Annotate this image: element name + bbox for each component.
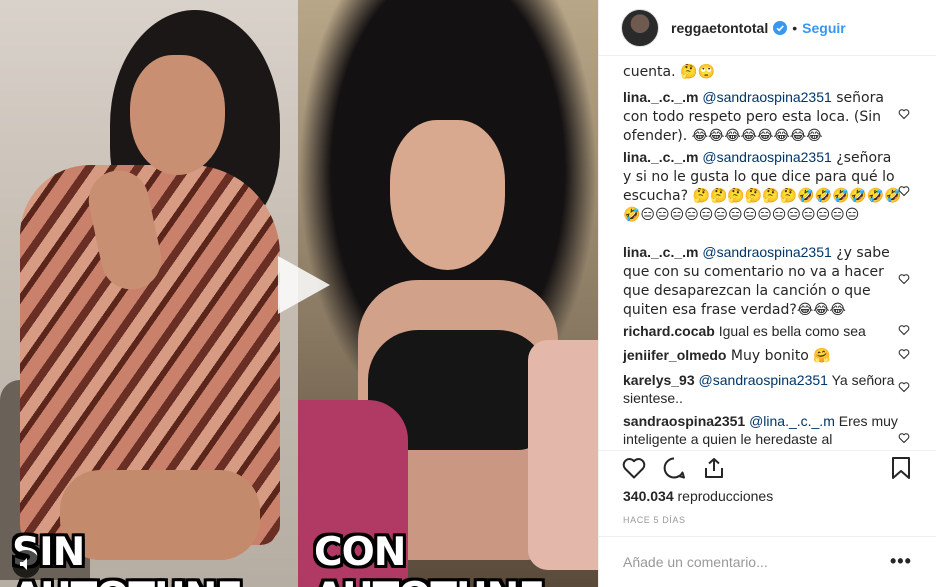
heart-icon[interactable] <box>621 455 647 481</box>
header-username[interactable]: reggaetontotal <box>671 20 768 36</box>
comment-like-icon[interactable] <box>898 381 910 393</box>
comment-username[interactable]: lina._.c._.m <box>623 89 698 105</box>
comment-input[interactable] <box>623 550 873 574</box>
bookmark-icon[interactable] <box>888 455 914 481</box>
comment-mention[interactable]: @sandraospina2351 <box>702 89 831 105</box>
video-player[interactable]: SIN AUTOTUNE CON AUTOTUNE <box>0 0 598 587</box>
post-header: reggaetontotal • Seguir <box>599 0 936 56</box>
comment-item: sandraospina2351 @lina._.c._.m Eres muy … <box>623 412 903 448</box>
video-panel-left <box>0 0 298 587</box>
comment-icon[interactable] <box>661 455 687 481</box>
comment-like-icon[interactable] <box>898 185 910 197</box>
face-shape <box>390 120 505 270</box>
comment-text: cuenta. 🤔🙄 <box>623 64 715 80</box>
add-comment-bar: ••• <box>599 536 936 587</box>
post-timestamp[interactable]: HACE 5 DÍAS <box>623 515 686 525</box>
comment-mention[interactable]: @sandraospina2351 <box>699 372 828 388</box>
share-icon[interactable] <box>701 455 727 481</box>
comment-item: cuenta. 🤔🙄 <box>623 62 903 81</box>
speaker-icon[interactable] <box>12 550 40 578</box>
post-sidebar: reggaetontotal • Seguir cuenta. 🤔🙄 lina.… <box>598 0 936 587</box>
comment-username[interactable]: karelys_93 <box>623 372 695 388</box>
video-panel-right <box>298 0 598 587</box>
comment-item: richard.cocab Igual es bella como sea <box>623 322 903 340</box>
comment-item: jeniifer_olmedo Muy bonito 🤗 <box>623 346 903 365</box>
comment-like-icon[interactable] <box>898 432 910 444</box>
verified-badge-icon <box>773 20 788 35</box>
comment-like-icon[interactable] <box>898 108 910 120</box>
face-shape <box>130 55 225 175</box>
comment-like-icon[interactable] <box>898 324 910 336</box>
comment-username[interactable]: jeniifer_olmedo <box>623 347 726 363</box>
comment-username[interactable]: lina._.c._.m <box>623 244 698 260</box>
views-label: reproducciones <box>673 488 774 504</box>
action-bar: 340.034 reproducciones HACE 5 DÍAS <box>599 450 936 540</box>
comment-mention[interactable]: @sandraospina2351 <box>702 149 831 165</box>
views-count: 340.034 reproducciones <box>623 488 773 504</box>
comment-item: lina._.c._.m @sandraospina2351 señora co… <box>623 88 903 145</box>
comment-username[interactable]: richard.cocab <box>623 323 715 339</box>
play-icon[interactable] <box>268 252 334 318</box>
caption-right: CON AUTOTUNE <box>314 530 545 587</box>
avatar[interactable] <box>621 8 659 47</box>
caption-left: SIN AUTOTUNE <box>12 530 243 587</box>
comment-mention[interactable]: @sandraospina2351 <box>702 244 831 260</box>
comment-like-icon[interactable] <box>898 348 910 360</box>
comment-username[interactable]: lina._.c._.m <box>623 149 698 165</box>
comment-mention[interactable]: @lina._.c._.m <box>749 413 835 429</box>
comment-item: lina._.c._.m @sandraospina2351 ¿señora y… <box>623 148 903 224</box>
comment-item: lina._.c._.m @sandraospina2351 ¿y sabe q… <box>623 243 903 319</box>
comment-username[interactable]: sandraospina2351 <box>623 413 745 429</box>
comment-item: karelys_93 @sandraospina2351 Ya señora s… <box>623 371 903 407</box>
comment-like-icon[interactable] <box>898 273 910 285</box>
comment-text: Muy bonito 🤗 <box>726 348 831 364</box>
views-number: 340.034 <box>623 488 674 504</box>
header-separator: • <box>792 19 798 36</box>
follow-button[interactable]: Seguir <box>802 20 846 36</box>
more-options-button[interactable]: ••• <box>890 551 912 572</box>
comment-text: Igual es bella como sea <box>714 323 866 339</box>
comment-list[interactable]: cuenta. 🤔🙄 lina._.c._.m @sandraospina235… <box>599 57 936 450</box>
